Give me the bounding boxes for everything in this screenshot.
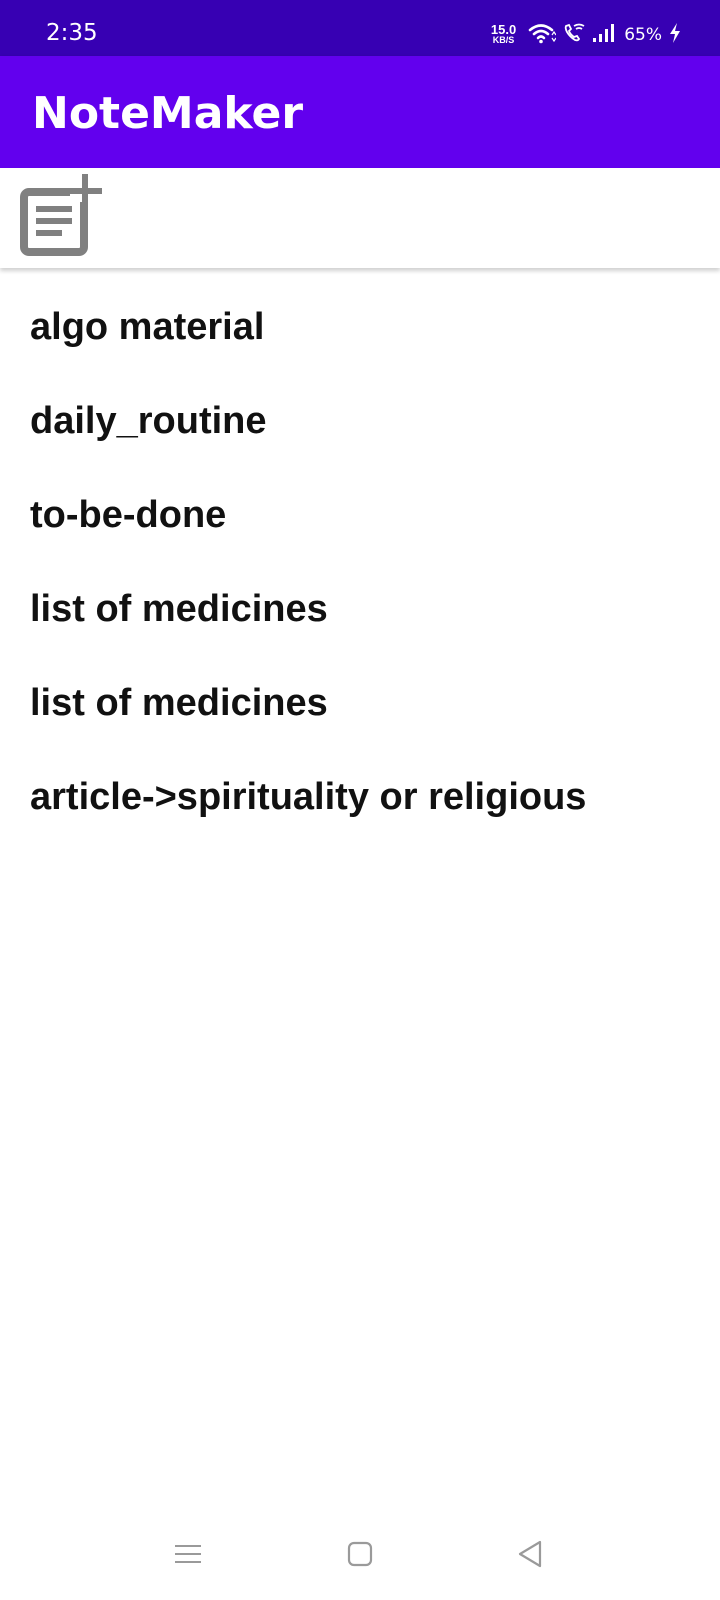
app-title: NoteMaker: [32, 88, 304, 139]
note-item[interactable]: article->spirituality or religious: [0, 750, 720, 844]
status-bar: 2:35 15.0 KB/S 65%: [0, 0, 720, 56]
notes-list: algo material daily_routine to-be-done l…: [0, 280, 720, 844]
battery-percent: 65%: [624, 25, 662, 45]
toolbar: [0, 168, 720, 268]
home-icon: [347, 1541, 373, 1567]
home-button[interactable]: [338, 1532, 382, 1576]
signal-icon: [592, 22, 618, 49]
network-speed-value: 15.0: [490, 22, 517, 37]
back-icon: [518, 1540, 542, 1568]
menu-icon: [175, 1545, 201, 1563]
network-speed-unit: KB/S: [492, 35, 515, 45]
status-icons: 15.0 KB/S 65%: [491, 20, 682, 50]
back-button[interactable]: [508, 1532, 552, 1576]
note-item[interactable]: list of medicines: [0, 562, 720, 656]
wifi-calling-icon: [562, 22, 586, 49]
charging-icon: [668, 22, 682, 49]
app-bar: NoteMaker: [0, 56, 720, 168]
system-nav-bar: [0, 1520, 720, 1600]
add-note-button[interactable]: [18, 174, 106, 262]
note-item[interactable]: list of medicines: [0, 656, 720, 750]
menu-button[interactable]: [166, 1532, 210, 1576]
note-add-icon: [20, 174, 102, 256]
note-item[interactable]: daily_routine: [0, 374, 720, 468]
network-speed: 15.0 KB/S: [490, 22, 517, 45]
note-item[interactable]: to-be-done: [0, 468, 720, 562]
status-time: 2:35: [46, 20, 98, 46]
note-item[interactable]: algo material: [0, 280, 720, 374]
wifi-icon: [528, 22, 557, 49]
